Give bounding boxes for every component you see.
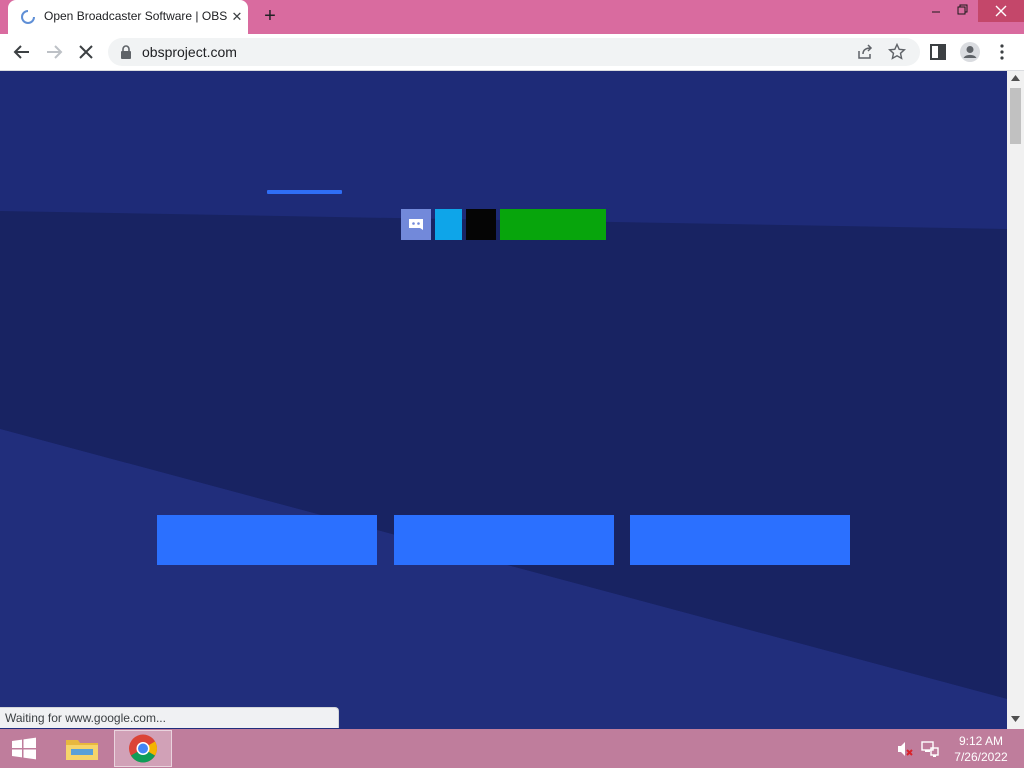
- windows-taskbar: 9:12 AM 7/26/2022: [0, 729, 1024, 768]
- browser-toolbar: obsproject.com: [0, 34, 1024, 71]
- stop-loading-icon[interactable]: [74, 40, 98, 64]
- loading-spinner-icon: [21, 10, 35, 24]
- clock-time: 9:12 AM: [958, 734, 1004, 748]
- download-macos-button[interactable]: [394, 515, 614, 565]
- share-icon[interactable]: [856, 43, 874, 61]
- window-close-icon[interactable]: [978, 0, 1024, 22]
- windows-start-icon[interactable]: [4, 733, 44, 764]
- restore-icon[interactable]: [946, 0, 978, 22]
- scroll-down-arrow-icon[interactable]: [1011, 716, 1020, 722]
- scrollbar-thumb[interactable]: [1010, 88, 1021, 144]
- chrome-icon: [129, 734, 157, 763]
- page-scrollbar[interactable]: [1007, 71, 1024, 729]
- file-explorer-icon[interactable]: [60, 731, 104, 766]
- github-button[interactable]: [466, 209, 496, 240]
- download-windows-button[interactable]: [157, 515, 377, 565]
- new-tab-button[interactable]: +: [258, 5, 282, 29]
- volume-muted-icon[interactable]: [896, 741, 914, 757]
- system-clock[interactable]: 9:12 AM 7/26/2022: [946, 733, 1016, 765]
- status-text: Waiting for www.google.com...: [5, 711, 166, 725]
- forward-arrow-icon[interactable]: [42, 40, 66, 64]
- browser-tab[interactable]: Open Broadcaster Software | OBS ✕: [8, 0, 248, 34]
- download-linux-button[interactable]: [630, 515, 850, 565]
- browser-titlebar: Open Broadcaster Software | OBS ✕ +: [0, 0, 1024, 34]
- close-icon[interactable]: ✕: [230, 10, 244, 24]
- tab-title: Open Broadcaster Software | OBS: [44, 9, 228, 23]
- discord-icon: [409, 219, 423, 230]
- address-bar[interactable]: obsproject.com: [108, 38, 920, 66]
- side-panel-icon[interactable]: [926, 40, 950, 64]
- clock-date: 7/26/2022: [954, 750, 1008, 764]
- star-icon[interactable]: [888, 43, 906, 61]
- web-page-viewport: [0, 71, 1007, 729]
- page-background: [0, 71, 1007, 729]
- profile-icon[interactable]: [958, 40, 982, 64]
- discord-button[interactable]: [401, 209, 431, 240]
- status-bubble: Waiting for www.google.com...: [0, 707, 339, 728]
- download-green-button[interactable]: [500, 209, 606, 240]
- url-text[interactable]: obsproject.com: [142, 44, 237, 60]
- nav-active-underline: [267, 190, 342, 194]
- kebab-menu-icon[interactable]: [990, 40, 1014, 64]
- chrome-taskbar-button[interactable]: [114, 730, 172, 767]
- back-arrow-icon[interactable]: [10, 40, 34, 64]
- network-icon[interactable]: [921, 740, 939, 758]
- scroll-up-arrow-icon[interactable]: [1011, 75, 1020, 81]
- lock-icon[interactable]: [120, 45, 132, 59]
- twitter-button[interactable]: [435, 209, 462, 240]
